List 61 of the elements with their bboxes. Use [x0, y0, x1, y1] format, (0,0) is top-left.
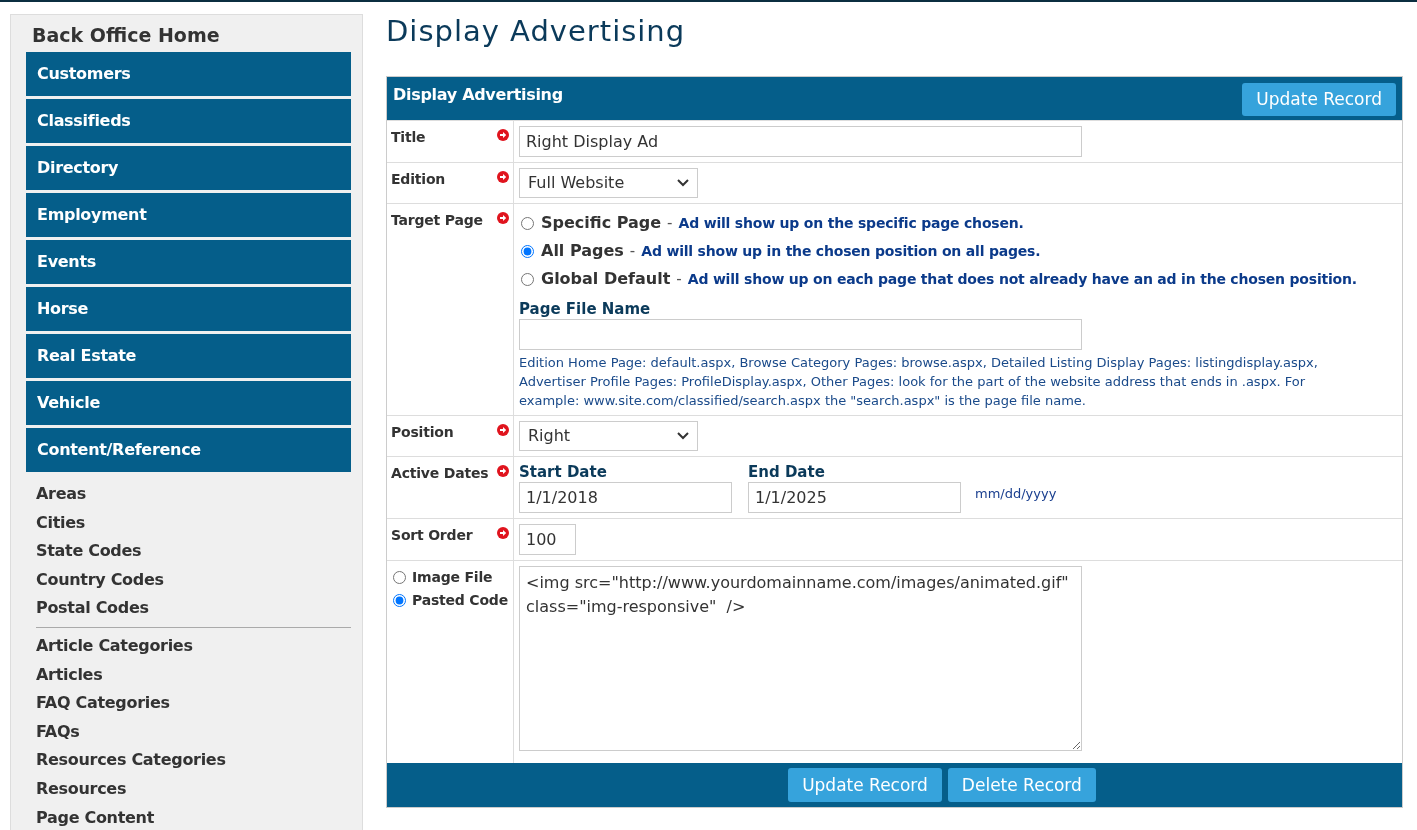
sidebar-section-link[interactable]: Content/Reference: [26, 428, 351, 472]
sidebar-section-link[interactable]: Classifieds: [26, 99, 351, 143]
page-file-name-field[interactable]: [519, 319, 1082, 350]
sidebar-link[interactable]: Article Categories: [36, 631, 351, 661]
page-title: Display Advertising: [386, 13, 687, 50]
sidebar-section-link[interactable]: Customers: [26, 52, 351, 96]
sidebar-link[interactable]: Postal Codes: [36, 594, 351, 623]
option-label: Global Default: [541, 268, 671, 290]
option-description: Ad will show up on each page that does not already have an ad in the chosen position.: [687, 269, 1357, 289]
sidebar-section-link[interactable]: Events: [26, 240, 351, 284]
field-label: Start Date: [519, 462, 608, 482]
sidebar-title: Back Office Home: [32, 23, 221, 47]
sidebar-section-link[interactable]: Vehicle: [26, 381, 351, 425]
sidebar-section-link[interactable]: Real Estate: [26, 334, 351, 378]
caret-icon: [677, 432, 689, 440]
sidebar-link[interactable]: State Codes: [36, 537, 351, 566]
field-label: Page File Name: [519, 299, 652, 319]
option-label: Specific Page: [541, 212, 662, 234]
field-label: Position: [391, 423, 454, 442]
sidebar-link[interactable]: Cities: [36, 508, 351, 538]
separator-dash: -: [629, 240, 636, 262]
code-text-area[interactable]: <img src="http://www.yourdomainname.com/images/animated.gif" class="img-responsive" />: [519, 566, 1082, 751]
separator-dash: -: [667, 212, 673, 234]
dropdown-field[interactable]: Right: [519, 421, 698, 451]
text-field[interactable]: Right Display Ad: [519, 126, 1082, 157]
help-text: Edition Home Page: default.aspx, Browse Category Pages: browse.aspx, Detailed Listing Display Pages: listingdisplay.aspx, Advertiser Profile Pages: ProfileDisplay.aspx, Other Pages: look for the part of the website address that ends in .aspx. For example: www.site.com/classified/search.aspx the "search.aspx" is the page file name.: [519, 354, 1319, 410]
option-label: All Pages: [541, 240, 624, 262]
sidebar-link[interactable]: Areas: [36, 480, 351, 509]
radio-button[interactable]: [393, 594, 406, 607]
field-label: Sort Order: [391, 526, 473, 545]
field-label: Active Dates: [391, 464, 489, 483]
sidebar-link[interactable]: FAQ Categories: [36, 689, 351, 718]
date-field[interactable]: 1/1/2025: [748, 482, 961, 513]
field-label: Edition: [391, 170, 446, 189]
sidebar-link[interactable]: Articles: [36, 660, 351, 690]
sidebar-link[interactable]: Resources Categories: [36, 746, 351, 775]
option-description: Ad will show up on the specific page chosen.: [678, 213, 1024, 233]
sidebar-section-link[interactable]: Horse: [26, 287, 351, 331]
radio-button[interactable]: [521, 244, 534, 258]
sidebar-link[interactable]: FAQs: [36, 717, 351, 747]
date-format-hint: mm/dd/yyyy: [975, 484, 1057, 503]
separator-dash: -: [676, 268, 682, 290]
radio-button[interactable]: [393, 571, 406, 584]
option-label: Pasted Code: [412, 591, 508, 610]
field-label: Title: [391, 128, 426, 147]
sidebar-link[interactable]: Resources: [36, 774, 351, 804]
form-title: Display Advertising: [393, 84, 563, 106]
field-label: End Date: [748, 462, 826, 482]
field-label: Target Page: [391, 211, 483, 230]
dropdown-field[interactable]: Full Website: [519, 168, 698, 198]
radio-button[interactable]: [521, 272, 534, 286]
sidebar-link[interactable]: Country Codes: [36, 565, 351, 595]
sidebar-section-link[interactable]: Directory: [26, 146, 351, 190]
date-field[interactable]: 1/1/2018: [519, 482, 732, 513]
sidebar-link[interactable]: Page Content: [36, 803, 351, 830]
option-description: Ad will show up in the chosen position on all pages.: [641, 241, 1041, 261]
option-label: Image File: [412, 568, 493, 587]
sidebar-section-link[interactable]: Employment: [26, 193, 351, 237]
radio-button[interactable]: [521, 216, 534, 230]
sort-order-field[interactable]: 100: [519, 524, 576, 555]
caret-icon: [677, 179, 689, 187]
